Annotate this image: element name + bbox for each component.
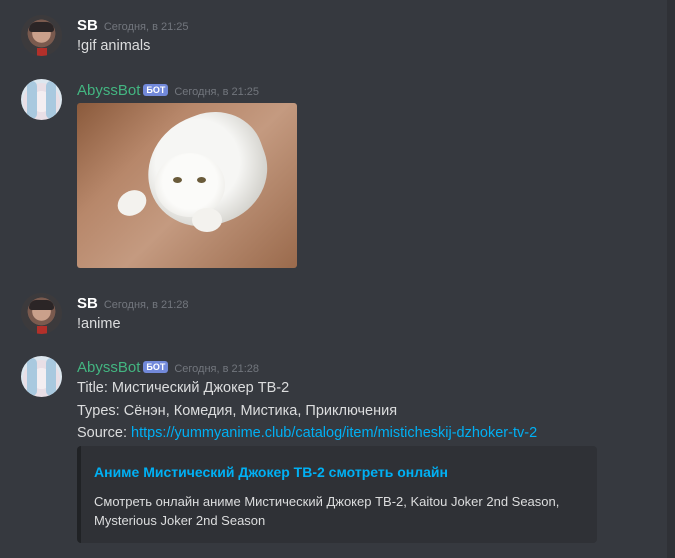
author-name[interactable]: SB (77, 295, 98, 312)
scrollbar[interactable] (667, 0, 675, 558)
timestamp: Сегодня, в 21:25 (103, 21, 189, 33)
message-header: SB Сегодня, в 21:28 (77, 295, 189, 313)
avatar[interactable] (21, 15, 62, 56)
bot-badge: БОТ (143, 84, 169, 96)
avatar[interactable] (21, 79, 62, 120)
anime-title-line: Title: Мистический Джокер ТВ-2 (77, 380, 290, 396)
cat-eye (197, 177, 206, 183)
message-text: !gif animals (77, 38, 151, 54)
author-name[interactable]: SB (77, 17, 98, 34)
anime-source-line: Source: https://yummyanime.club/catalog/… (77, 425, 537, 441)
message-header: AbyssBot БОТ Сегодня, в 21:28 (77, 359, 259, 377)
anime-types-line: Types: Сёнэн, Комедия, Мистика, Приключе… (77, 403, 398, 419)
cat-paw (192, 208, 222, 232)
timestamp: Сегодня, в 21:28 (103, 299, 189, 311)
message-header: SB Сегодня, в 21:25 (77, 17, 189, 35)
source-link[interactable]: https://yummyanime.club/catalog/item/mis… (131, 425, 537, 441)
embed-title-link[interactable]: Аниме Мистический Джокер ТВ-2 смотреть о… (94, 464, 448, 480)
source-label: Source: (77, 425, 131, 441)
embed-description: Смотреть онлайн аниме Мистический Джокер… (94, 494, 560, 528)
cat-eye (173, 177, 182, 183)
avatar[interactable] (21, 293, 62, 334)
timestamp: Сегодня, в 21:25 (174, 86, 260, 98)
cat-paw (113, 185, 151, 221)
avatar[interactable] (21, 356, 62, 397)
timestamp: Сегодня, в 21:28 (174, 363, 260, 375)
bot-badge: БОТ (143, 361, 169, 373)
link-embed: Аниме Мистический Джокер ТВ-2 смотреть о… (77, 446, 597, 543)
author-name[interactable]: AbyssBot (77, 359, 140, 376)
cat-head (155, 153, 225, 217)
author-name[interactable]: AbyssBot (77, 82, 140, 99)
message-text: !anime (77, 316, 121, 332)
message-header: AbyssBot БОТ Сегодня, в 21:25 (77, 82, 259, 100)
gif-cat-image[interactable] (77, 103, 297, 268)
